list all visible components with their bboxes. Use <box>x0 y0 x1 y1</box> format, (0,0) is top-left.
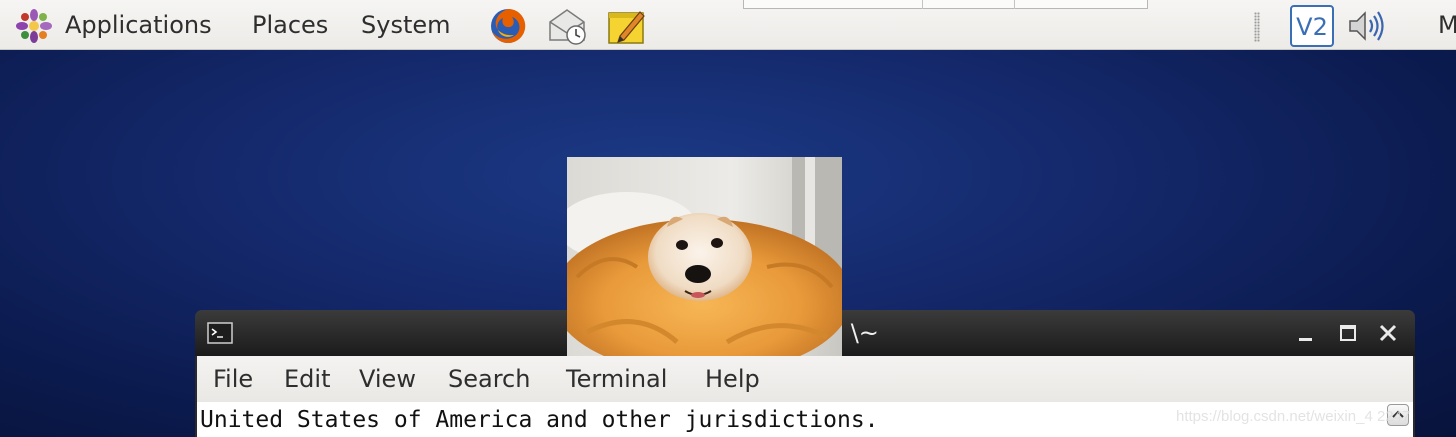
maximize-button[interactable] <box>1335 320 1361 346</box>
edit-menu[interactable]: Edit <box>284 364 330 394</box>
top-panel: Applications Places System V2 M <box>0 0 1456 50</box>
terminal-menu[interactable]: Terminal <box>566 364 667 394</box>
help-menu[interactable]: Help <box>705 364 760 394</box>
file-menu[interactable]: File <box>213 364 253 394</box>
desktop: Applications Places System V2 M: \~ Fil… <box>0 0 1456 437</box>
window-list-strip[interactable] <box>743 0 1148 9</box>
terminal-icon <box>207 321 233 345</box>
panel-handle[interactable] <box>1254 12 1260 42</box>
clock-partial[interactable]: M <box>1438 10 1456 40</box>
svg-text:V2: V2 <box>1296 13 1328 41</box>
gnome-foot-icon[interactable] <box>14 9 54 43</box>
view-menu[interactable]: View <box>359 364 416 394</box>
terminal-text-line: United States of America and other juris… <box>200 407 879 433</box>
system-menu[interactable]: System <box>361 10 451 40</box>
watermark: https://blog.csdn.net/weixin_4 2247 <box>1176 408 1411 425</box>
mail-clock-icon[interactable] <box>547 6 589 46</box>
places-menu[interactable]: Places <box>252 10 328 40</box>
volume-icon[interactable] <box>1346 9 1388 43</box>
search-menu[interactable]: Search <box>448 364 530 394</box>
applications-menu[interactable]: Applications <box>65 10 212 40</box>
close-button[interactable] <box>1375 320 1401 346</box>
firefox-icon[interactable] <box>488 6 528 46</box>
terminal-menubar: File Edit View Search Terminal Help <box>195 356 1415 402</box>
minimize-button[interactable] <box>1293 320 1319 346</box>
vmware-tools-icon[interactable]: V2 <box>1290 5 1334 47</box>
dog-photo <box>567 157 842 356</box>
notes-pencil-icon[interactable] <box>606 6 648 46</box>
